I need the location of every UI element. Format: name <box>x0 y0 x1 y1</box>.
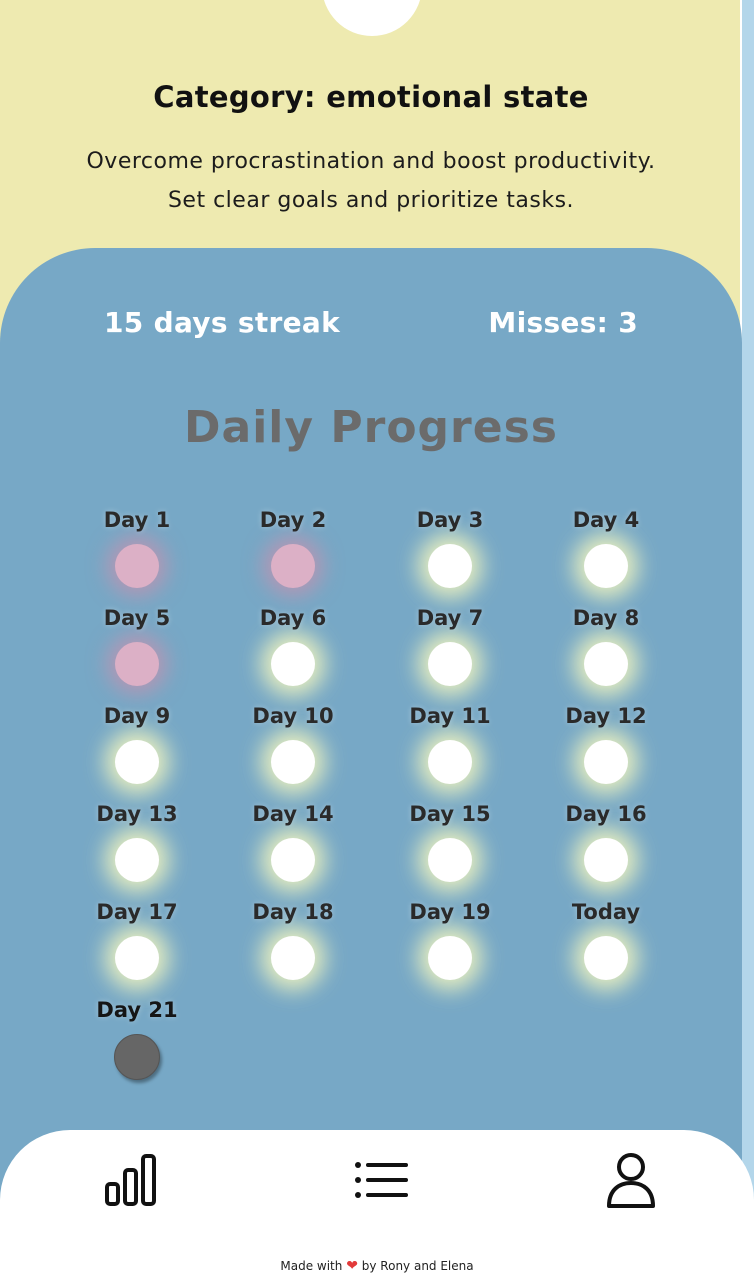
day-cell[interactable]: Day 7 <box>385 604 515 686</box>
day-cell[interactable]: Day 15 <box>385 800 515 882</box>
day-label: Day 13 <box>96 802 178 826</box>
day-label: Day 21 <box>96 998 178 1022</box>
day-cell[interactable]: Day 14 <box>228 800 358 882</box>
day-label: Day 4 <box>572 508 640 532</box>
footer-suffix: by Rony and Elena <box>361 1259 474 1273</box>
day-label: Today <box>571 900 641 924</box>
day-cell[interactable]: Day 5 <box>72 604 202 686</box>
day-cell[interactable]: Day 10 <box>228 702 358 784</box>
day-status-dot[interactable] <box>271 544 315 588</box>
day-status-dot[interactable] <box>584 642 628 686</box>
day-cell[interactable]: Day 16 <box>541 800 671 882</box>
day-status-dot[interactable] <box>584 740 628 784</box>
day-status-dot[interactable] <box>428 544 472 588</box>
day-label: Day 16 <box>565 802 647 826</box>
day-cell[interactable]: Today <box>541 898 671 980</box>
day-cell[interactable]: Day 13 <box>72 800 202 882</box>
day-label: Day 2 <box>259 508 327 532</box>
day-status-dot[interactable] <box>114 1034 160 1080</box>
day-label: Day 5 <box>103 606 171 630</box>
day-cell[interactable]: Day 4 <box>541 506 671 588</box>
day-label: Day 12 <box>565 704 647 728</box>
day-status-dot[interactable] <box>115 544 159 588</box>
footer-prefix: Made with <box>280 1259 343 1273</box>
day-label: Day 1 <box>103 508 171 532</box>
description-line-2: Set clear goals and prioritize tasks. <box>167 188 575 213</box>
day-cell[interactable]: Day 1 <box>72 506 202 588</box>
day-label: Day 10 <box>252 704 334 728</box>
day-status-dot[interactable] <box>584 936 628 980</box>
day-status-dot[interactable] <box>584 838 628 882</box>
day-label: Day 14 <box>252 802 334 826</box>
day-status-dot[interactable] <box>428 936 472 980</box>
day-cell[interactable]: Day 2 <box>228 506 358 588</box>
user-icon <box>607 1153 655 1208</box>
description-line-1: Overcome procrastination and boost produ… <box>86 149 656 174</box>
day-status-dot[interactable] <box>271 838 315 882</box>
day-status-dot[interactable] <box>271 936 315 980</box>
nav-profile-button[interactable] <box>601 1150 661 1212</box>
day-label: Day 8 <box>572 606 640 630</box>
day-label: Day 9 <box>103 704 171 728</box>
day-status-dot[interactable] <box>428 838 472 882</box>
nav-list-button[interactable] <box>352 1150 412 1212</box>
day-label: Day 6 <box>259 606 327 630</box>
heart-icon: ❤ <box>346 1258 358 1274</box>
streak-count: 15 days streak <box>104 306 341 339</box>
day-cell[interactable]: Day 17 <box>72 898 202 980</box>
day-cell[interactable]: Day 8 <box>541 604 671 686</box>
day-cell[interactable]: Day 12 <box>541 702 671 784</box>
day-label: Day 11 <box>409 704 491 728</box>
day-status-dot[interactable] <box>584 544 628 588</box>
day-cell[interactable]: Day 9 <box>72 702 202 784</box>
day-status-dot[interactable] <box>428 740 472 784</box>
day-cell[interactable]: Day 19 <box>385 898 515 980</box>
day-label: Day 17 <box>96 900 178 924</box>
day-label: Day 15 <box>409 802 491 826</box>
misses-count: Misses: 3 <box>488 306 638 339</box>
category-title: Category: emotional state <box>153 80 589 114</box>
day-cell[interactable]: Day 21 <box>72 996 202 1080</box>
top-avatar-circle <box>322 0 422 36</box>
day-status-dot[interactable] <box>271 740 315 784</box>
day-status-dot[interactable] <box>428 642 472 686</box>
day-cell[interactable]: Day 3 <box>385 506 515 588</box>
day-status-dot[interactable] <box>115 838 159 882</box>
day-cell[interactable]: Day 11 <box>385 702 515 784</box>
day-label: Day 18 <box>252 900 334 924</box>
nav-stats-button[interactable] <box>101 1150 161 1212</box>
day-status-dot[interactable] <box>271 642 315 686</box>
day-cell[interactable]: Day 18 <box>228 898 358 980</box>
day-status-dot[interactable] <box>115 642 159 686</box>
side-edge <box>740 0 754 1280</box>
footer-credit: Made with ❤ by Rony and Elena <box>0 1258 754 1274</box>
bar-chart-icon <box>105 1154 156 1206</box>
day-cell[interactable]: Day 6 <box>228 604 358 686</box>
day-status-dot[interactable] <box>115 936 159 980</box>
list-icon <box>355 1162 408 1198</box>
day-label: Day 19 <box>409 900 491 924</box>
day-status-dot[interactable] <box>115 740 159 784</box>
daily-progress-title: Daily Progress <box>184 402 558 453</box>
day-label: Day 3 <box>416 508 484 532</box>
day-label: Day 7 <box>416 606 484 630</box>
